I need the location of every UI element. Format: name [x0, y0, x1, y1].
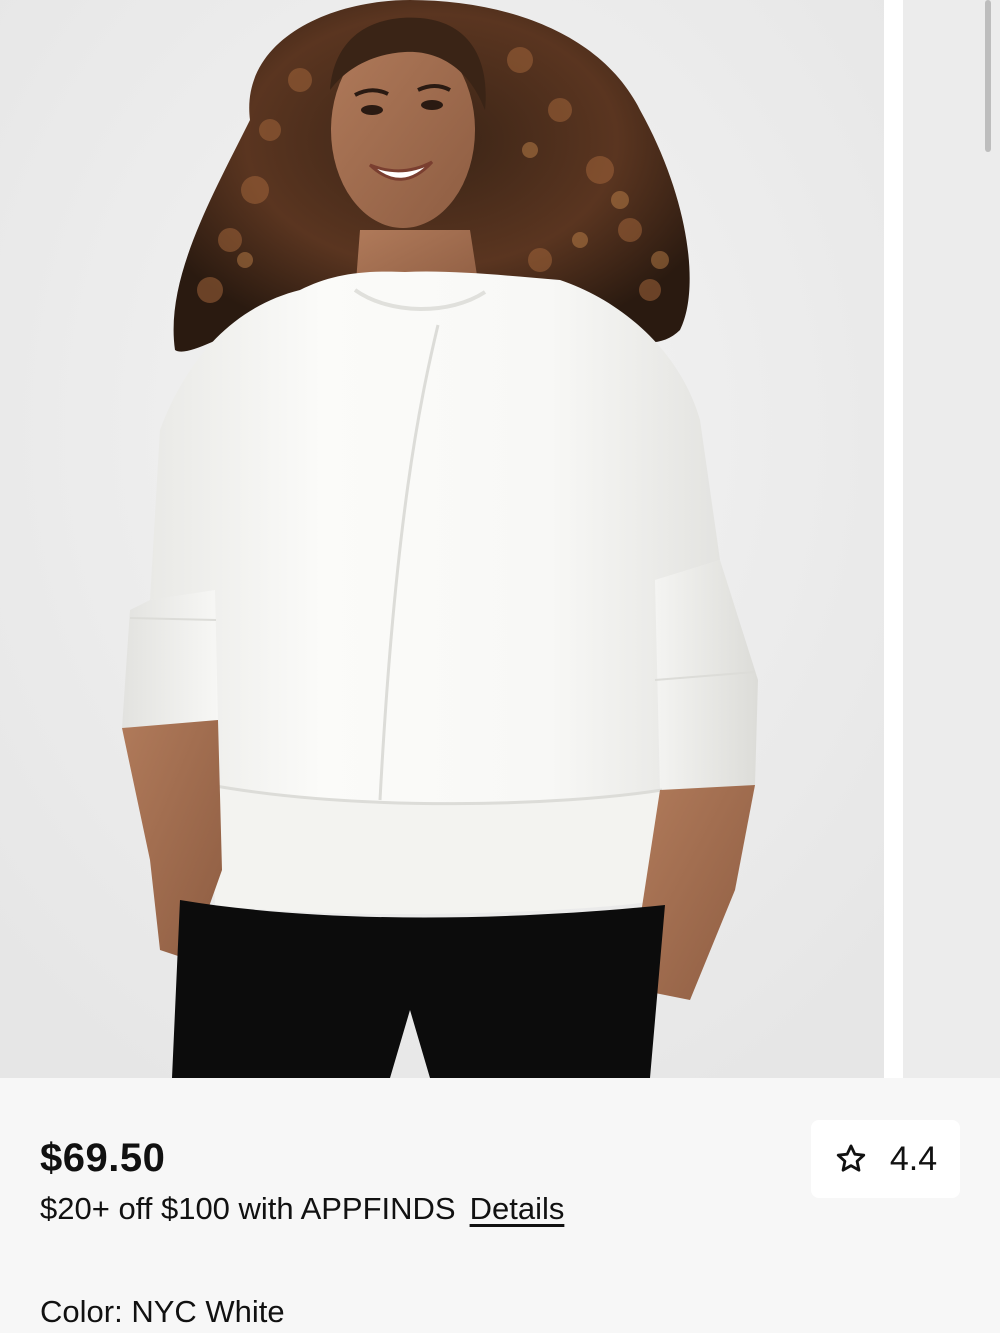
- color-value: NYC White: [131, 1294, 285, 1329]
- promo-offer: $20+ off $100 with APPFINDS Details: [40, 1191, 564, 1227]
- model-wearing-white-top-image: [0, 0, 884, 1078]
- product-price: $69.50: [40, 1136, 166, 1180]
- selected-color: Color: NYC White: [40, 1294, 285, 1330]
- product-detail-page: $69.50 $20+ off $100 with APPFINDS Detail…: [0, 0, 1000, 1333]
- promo-text: $20+ off $100 with APPFINDS: [40, 1191, 456, 1226]
- product-image-carousel[interactable]: [0, 0, 1000, 1078]
- product-image[interactable]: [0, 0, 884, 1078]
- color-label: Color:: [40, 1294, 123, 1329]
- next-product-image-peek[interactable]: [903, 0, 1000, 1078]
- scrollbar[interactable]: [985, 0, 991, 152]
- promo-details-link[interactable]: Details: [470, 1191, 565, 1226]
- product-info-panel: $69.50 $20+ off $100 with APPFINDS Detail…: [0, 1078, 1000, 1333]
- rating-value: 4.4: [889, 1139, 938, 1178]
- rating-button[interactable]: 4.4: [811, 1120, 960, 1198]
- star-outline-icon: [836, 1144, 866, 1172]
